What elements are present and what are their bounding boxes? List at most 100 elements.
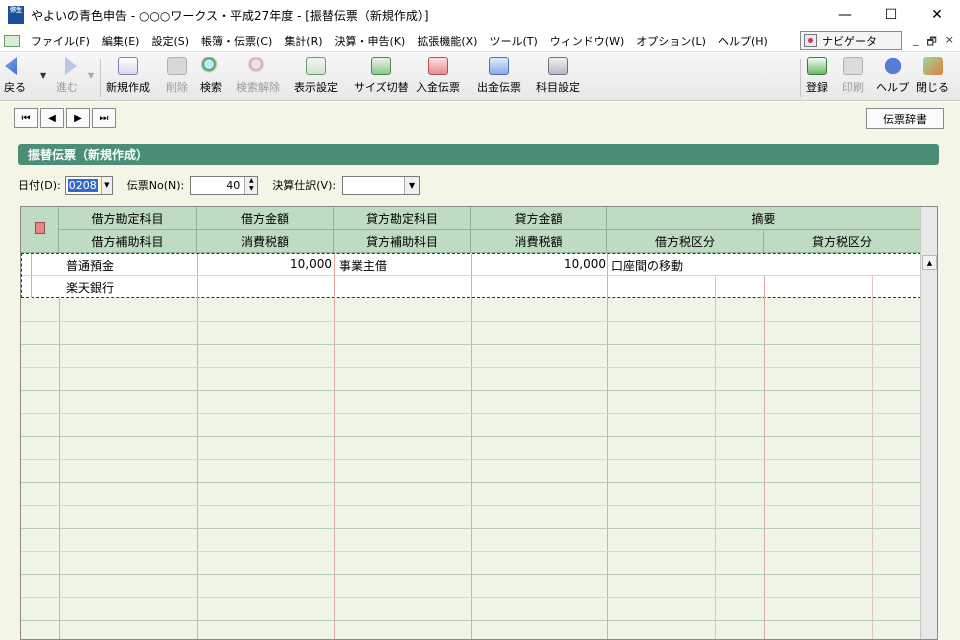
kessan-label: 決算仕訳(V):: [272, 179, 337, 192]
header-debit-amount: 借方金額: [197, 207, 334, 230]
mdi-minimize-button[interactable]: _: [913, 33, 919, 52]
navigator-icon: [804, 34, 817, 47]
new-document-icon: [118, 57, 138, 75]
help-button[interactable]: ヘルプ: [876, 57, 909, 99]
date-field[interactable]: 0208 ▼: [64, 175, 113, 195]
menu-window[interactable]: ウィンドウ(W): [544, 33, 630, 49]
menu-file[interactable]: ファイル(F): [25, 33, 96, 49]
back-dropdown-icon[interactable]: ▼: [40, 71, 46, 80]
forward-arrow-icon: [65, 57, 77, 75]
account-settings-icon: [548, 57, 568, 75]
scroll-up-icon[interactable]: ▲: [922, 255, 937, 270]
row-divider: [21, 597, 921, 598]
maximize-button[interactable]: ☐: [868, 0, 914, 30]
journal-grid[interactable]: 借方勘定科目 借方金額 貸方勘定科目 貸方金額 摘要 借方補助科目 消費税額 貸…: [20, 206, 938, 640]
size-switch-button[interactable]: サイズ切替: [354, 57, 409, 99]
deposit-slip-button[interactable]: 入金伝票: [416, 57, 460, 99]
menu-extensions[interactable]: 拡張機能(X): [411, 33, 483, 49]
forward-button[interactable]: 進む: [56, 57, 78, 99]
debit-amount-cell[interactable]: 10,000: [202, 257, 332, 271]
slip-no-spinner-icon[interactable]: ▲ ▼: [244, 176, 258, 194]
menu-options[interactable]: オプション(L): [630, 33, 712, 49]
first-record-button[interactable]: ⏮: [14, 108, 38, 128]
window-controls: — ☐ ✕: [822, 0, 960, 30]
last-record-button[interactable]: ⏭: [92, 108, 116, 128]
row-divider: [21, 436, 921, 437]
menu-tools[interactable]: ツール(T): [483, 33, 543, 49]
row-divider: [21, 620, 921, 621]
menu-help[interactable]: ヘルプ(H): [712, 33, 774, 49]
navigator-label: ナビゲータ: [822, 34, 877, 48]
row-divider: [21, 367, 921, 368]
debit-account-cell[interactable]: 普通預金: [66, 257, 114, 274]
header-debit-sub: 借方補助科目: [59, 230, 197, 253]
slip-no-field[interactable]: 40 ▲ ▼: [190, 175, 259, 195]
credit-amount-cell[interactable]: 10,000: [476, 257, 606, 271]
mdi-restore-button[interactable]: 🗗: [926, 33, 936, 52]
row-divider: [21, 321, 921, 322]
mdi-close-button[interactable]: ×: [945, 33, 954, 52]
help-icon: [882, 57, 903, 75]
minimize-button[interactable]: —: [822, 0, 868, 30]
memo-cell[interactable]: 口座間の移動: [611, 257, 683, 274]
slip-dictionary-button[interactable]: 伝票辞書: [866, 108, 944, 129]
menu-edit[interactable]: 編集(E): [96, 33, 146, 49]
title-bar: 弥生 やよいの青色申告 - ○○○ワークス・平成27年度 - [振替伝票（新規作…: [0, 0, 960, 30]
row-divider: [22, 275, 920, 276]
header-memo: 摘要: [607, 207, 921, 230]
register-icon: [807, 57, 827, 75]
search-clear-button[interactable]: 検索解除: [236, 57, 280, 99]
window-title: やよいの青色申告 - ○○○ワークス・平成27年度 - [振替伝票（新規作成）]: [31, 8, 429, 23]
row-divider: [21, 413, 921, 414]
navigator-button[interactable]: ナビゲータ: [800, 31, 902, 50]
display-settings-button[interactable]: 表示設定: [294, 57, 338, 99]
search-button[interactable]: 検索: [200, 57, 222, 99]
delete-button[interactable]: 削除: [166, 57, 188, 99]
slip-no-value: 40: [226, 178, 241, 192]
kessan-select[interactable]: ▼: [342, 175, 421, 195]
account-settings-button[interactable]: 科目設定: [536, 57, 580, 99]
menu-bar: ファイル(F) 編集(E) 設定(S) 帳簿・伝票(C) 集計(R) 決算・申告…: [0, 30, 960, 52]
slip-form-row: 日付(D): 0208 ▼ 伝票No(N): 40 ▲ ▼ 決算仕訳(V): ▼: [18, 175, 421, 195]
forward-dropdown-icon[interactable]: ▼: [88, 71, 94, 80]
debit-sub-cell[interactable]: 楽天銀行: [66, 279, 114, 296]
grid-divider: [872, 275, 873, 639]
vertical-scrollbar[interactable]: ▲: [920, 207, 937, 639]
row-divider: [21, 551, 921, 552]
header-debit-tax-category: 借方税区分: [607, 230, 764, 253]
close-window-button[interactable]: ✕: [914, 0, 960, 30]
date-dropdown-icon[interactable]: ▼: [100, 176, 112, 194]
payment-slip-button[interactable]: 出金伝票: [477, 57, 521, 99]
menu-settlement[interactable]: 決算・申告(K): [329, 33, 412, 49]
grid-divider: [715, 276, 716, 298]
print-button[interactable]: 印刷: [842, 57, 864, 99]
menu-settings[interactable]: 設定(S): [145, 33, 195, 49]
menu-aggregate[interactable]: 集計(R): [278, 33, 328, 49]
prev-record-button[interactable]: ◀: [40, 108, 64, 128]
menu-books[interactable]: 帳簿・伝票(C): [195, 33, 278, 49]
next-record-button[interactable]: ▶: [66, 108, 90, 128]
grid-divider: [334, 254, 335, 298]
close-button[interactable]: 閉じる: [916, 57, 949, 99]
row-divider: [21, 344, 921, 345]
date-label: 日付(D):: [18, 179, 61, 192]
row-divider: [21, 482, 921, 483]
register-button[interactable]: 登録: [806, 57, 828, 99]
app-logo-icon: 弥生: [8, 6, 24, 24]
toolbar-separator: [100, 59, 101, 97]
deposit-slip-icon: [428, 57, 448, 75]
close-door-icon: [922, 57, 943, 75]
back-button[interactable]: 戻る: [4, 57, 26, 99]
kessan-dropdown-icon[interactable]: ▼: [404, 176, 420, 194]
payment-slip-icon: [489, 57, 509, 75]
row-divider: [21, 459, 921, 460]
search-icon: [201, 57, 221, 75]
header-credit-tax: 消費税額: [471, 230, 607, 253]
printer-icon: [843, 57, 863, 75]
new-button[interactable]: 新規作成: [106, 57, 150, 99]
header-corner: [21, 207, 59, 253]
credit-account-cell[interactable]: 事業主借: [339, 257, 387, 274]
table-row[interactable]: 普通預金 10,000 事業主借 10,000 口座間の移動 楽天銀行: [21, 253, 921, 298]
document-icon[interactable]: [4, 34, 20, 47]
header-debit-tax: 消費税額: [197, 230, 334, 253]
